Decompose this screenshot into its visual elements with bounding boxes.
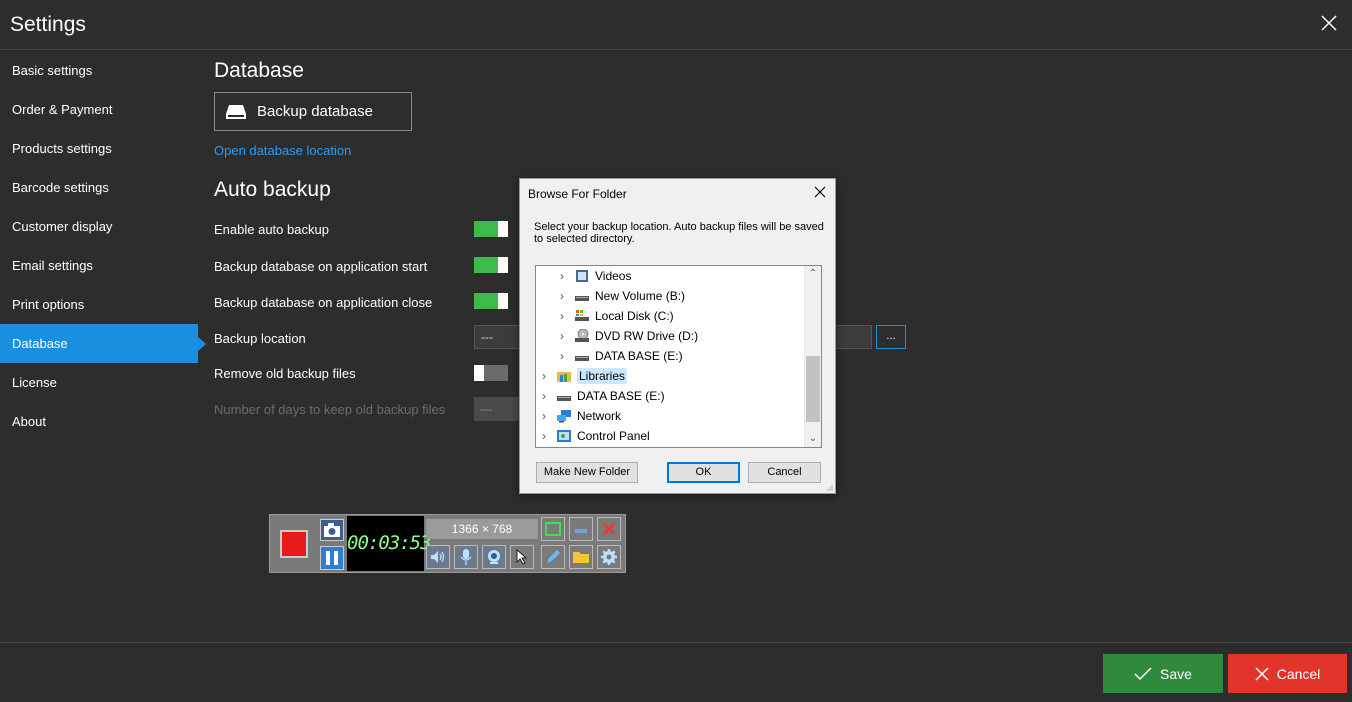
tree-item[interactable]: › DATA BASE (E:) [556,346,683,366]
sidebar-item-customer-display[interactable]: Customer display [0,207,198,246]
scroll-up-icon[interactable]: ⌃ [805,266,821,282]
sidebar-item-order-payment[interactable]: Order & Payment [0,90,198,129]
auto-backup-heading: Auto backup [214,178,331,201]
chevron-right-icon[interactable]: › [556,269,568,283]
backup-on-close-label: Backup database on application close [214,295,433,310]
sidebar-item-products-settings[interactable]: Products settings [0,129,198,168]
window-title: Settings [10,13,86,36]
browse-location-button[interactable]: ... [876,325,906,349]
title-bar: Settings [0,0,1352,50]
cancel-button[interactable]: Cancel [1228,654,1347,693]
drive-icon [575,296,589,301]
tree-item[interactable]: › New Volume (B:) [556,286,685,306]
chevron-right-icon[interactable]: › [556,289,568,303]
backup-location-label: Backup location [214,331,306,346]
close-icon [1255,666,1269,681]
minimize-icon[interactable] [569,517,593,541]
make-new-folder-button[interactable]: Make New Folder [536,462,638,483]
tree-item[interactable]: › DVD RW Drive (D:) [556,326,698,346]
system-drive-icon [575,310,589,321]
remove-old-backups-label: Remove old backup files [214,366,356,381]
chevron-right-icon[interactable]: › [556,329,568,343]
screen-recorder-toolbar: 00:03:53 1366 × 768 [269,514,626,573]
close-recorder-icon[interactable] [597,517,621,541]
cursor-icon[interactable] [510,545,534,569]
control-panel-icon [557,430,571,442]
folder-icon[interactable] [569,545,593,569]
dvd-drive-icon [575,329,589,342]
region-icon[interactable] [541,517,565,541]
dialog-cancel-button[interactable]: Cancel [748,462,821,483]
chevron-right-icon[interactable]: › [538,429,550,443]
drive-icon [557,396,571,401]
dialog-title: Browse For Folder [528,187,627,201]
resize-grip-icon[interactable] [825,483,833,491]
video-folder-icon [576,270,588,282]
gear-icon[interactable] [597,545,621,569]
sidebar-item-email-settings[interactable]: Email settings [0,246,198,285]
network-icon [557,410,571,423]
sidebar-item-print-options[interactable]: Print options [0,285,198,324]
sidebar: Basic settings Order & Payment Products … [0,51,206,441]
tree-item[interactable]: › Control Panel [538,426,650,446]
drive-icon [575,356,589,361]
save-button[interactable]: Save [1103,654,1223,693]
tree-item-selected[interactable]: › Libraries [538,366,628,386]
camera-icon[interactable] [320,519,344,541]
sidebar-item-basic-settings[interactable]: Basic settings [0,51,198,90]
save-label: Save [1160,665,1192,682]
scroll-down-icon[interactable]: ⌄ [805,431,821,447]
chevron-right-icon[interactable]: › [538,409,550,423]
folder-tree[interactable]: › Videos › New Volume (B:) › Local Disk … [535,265,822,448]
sidebar-item-license[interactable]: License [0,363,198,402]
tree-item[interactable]: › Videos [556,266,631,286]
browse-folder-dialog: Browse For Folder Select your backup loc… [519,178,836,494]
webcam-icon[interactable] [482,545,506,569]
sidebar-item-database[interactable]: Database [0,324,206,363]
dialog-close-icon[interactable] [811,183,829,201]
tree-item[interactable]: › Network [538,406,621,426]
days-to-keep-label: Number of days to keep old backup files [214,402,446,417]
resolution-display[interactable]: 1366 × 768 [426,519,538,539]
cancel-label: Cancel [1276,665,1321,682]
close-icon[interactable] [1318,12,1340,34]
drive-icon [226,104,246,119]
speaker-icon[interactable] [426,545,450,569]
backup-on-start-label: Backup database on application start [214,259,428,274]
footer: Save Cancel [0,642,1352,702]
backup-database-label: Backup database [257,103,373,120]
check-icon [1134,666,1152,680]
tree-item[interactable]: › Local Disk (C:) [556,306,674,326]
chevron-right-icon[interactable]: › [556,349,568,363]
stop-record-button[interactable] [280,530,308,558]
sidebar-item-about[interactable]: About [0,402,198,441]
tree-item[interactable]: › DATA BASE (E:) [538,386,665,406]
dialog-description: Select your backup location. Auto backup… [534,221,824,245]
chevron-right-icon[interactable]: › [556,309,568,323]
libraries-icon [557,372,571,382]
enable-auto-backup-label: Enable auto backup [214,222,329,237]
pause-icon[interactable] [320,546,344,570]
ok-button[interactable]: OK [667,462,740,483]
open-database-location-link[interactable]: Open database location [214,143,351,158]
backup-on-close-toggle[interactable] [474,293,508,309]
chevron-right-icon[interactable]: › [538,389,550,403]
sidebar-item-barcode-settings[interactable]: Barcode settings [0,168,198,207]
tree-scrollbar[interactable]: ⌃ ⌄ [804,266,821,447]
chevron-right-icon[interactable]: › [538,369,550,383]
backup-database-button[interactable]: Backup database [214,92,412,131]
backup-on-start-toggle[interactable] [474,257,508,273]
microphone-icon[interactable] [454,545,478,569]
database-heading: Database [214,59,304,82]
enable-auto-backup-toggle[interactable] [474,221,508,237]
pencil-icon[interactable] [541,545,565,569]
scroll-thumb[interactable] [806,356,820,422]
days-to-keep-input[interactable]: — [474,397,520,421]
remove-old-backups-toggle[interactable] [474,365,508,381]
record-timer: 00:03:53 [347,516,432,571]
